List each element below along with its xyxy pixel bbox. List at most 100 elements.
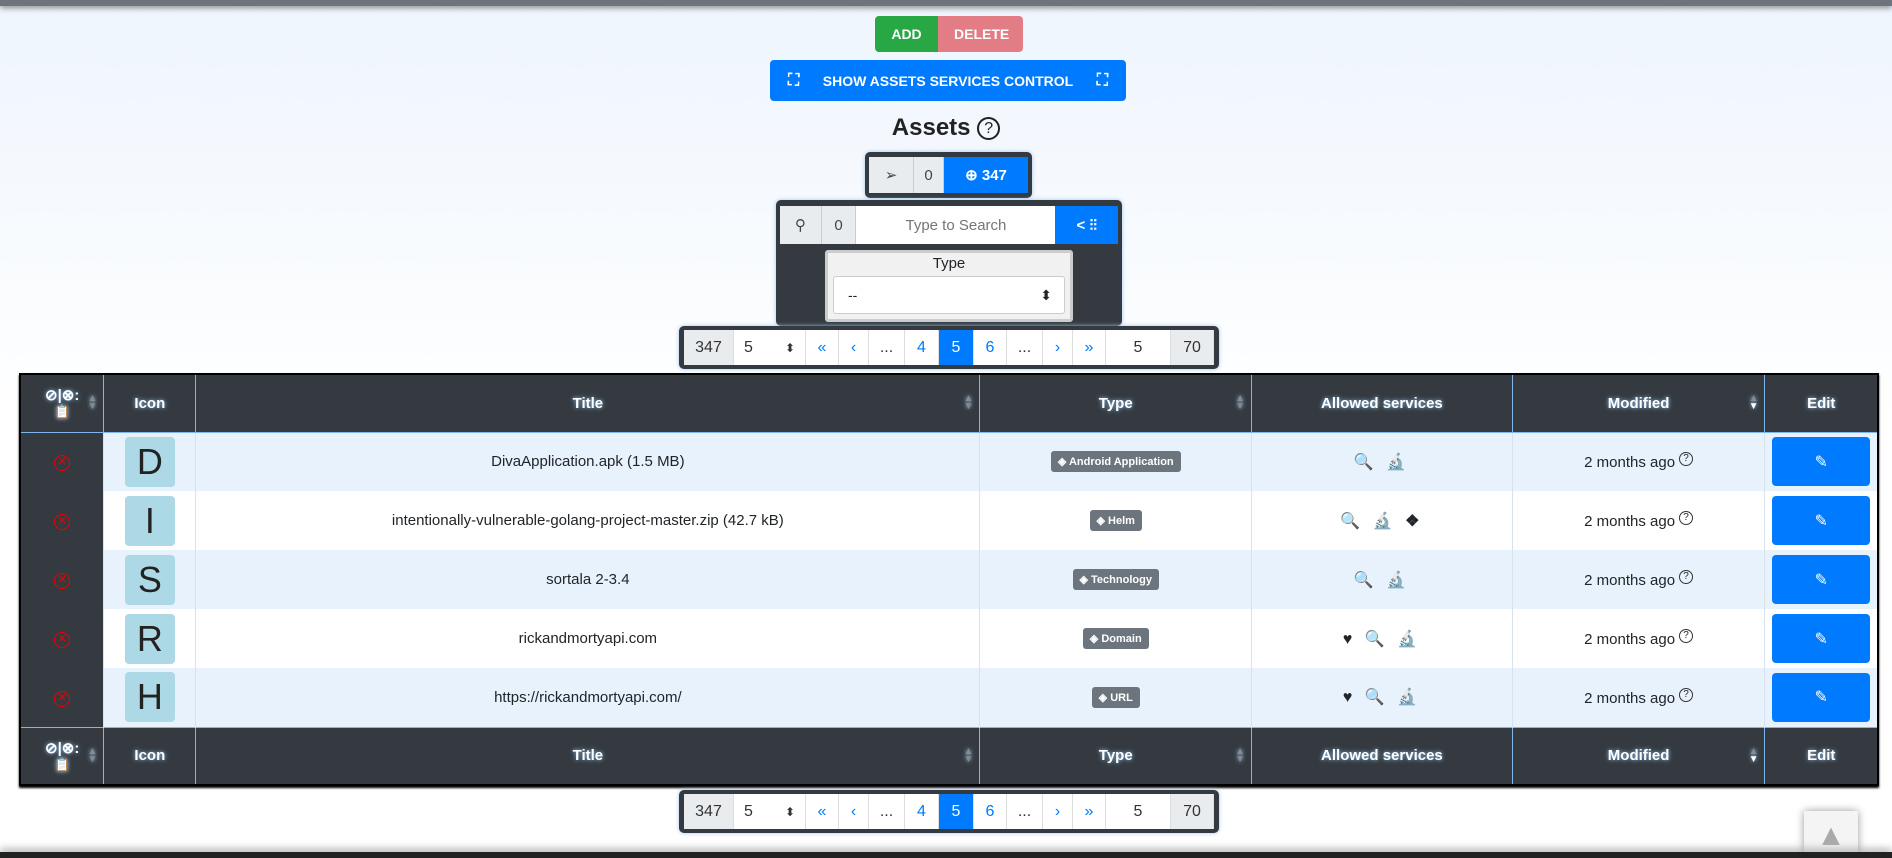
page-count: 70 xyxy=(1171,794,1214,829)
per-page-select[interactable]: 5 ⬍ xyxy=(734,330,806,365)
services-cell: 🔍 🔬 xyxy=(1251,432,1513,491)
services-icons: ♥ 🔍 🔬 xyxy=(1342,630,1422,648)
column-header-modified[interactable]: Modified ▲ ▼ xyxy=(1511,726,1766,786)
column-header-label: Type xyxy=(1098,394,1133,412)
edit-button[interactable]: ✎ xyxy=(1772,437,1871,487)
page-5-button[interactable]: 5 xyxy=(939,330,974,365)
pencil-icon: ✎ xyxy=(1814,512,1828,530)
last-page-button[interactable]: » xyxy=(1073,794,1106,829)
goto-page-input[interactable]: 5 xyxy=(1106,330,1171,365)
icon-cell: I xyxy=(103,491,196,550)
title-cell: intentionally-vulnerable-golang-project-… xyxy=(195,491,980,550)
ellipsis: ... xyxy=(1007,794,1043,829)
prev-page-button[interactable]: ‹ xyxy=(839,794,869,829)
page-5-button[interactable]: 5 xyxy=(939,794,974,829)
asset-avatar: S xyxy=(124,554,175,605)
search-input[interactable] xyxy=(856,206,1056,244)
android-icon: ◈ xyxy=(1057,456,1067,469)
sort-icon[interactable]: ▲ ▼ xyxy=(1235,746,1245,764)
ellipsis: ... xyxy=(1007,330,1043,365)
next-page-button[interactable]: › xyxy=(1043,330,1073,365)
sort-icon[interactable]: ▲ ▼ xyxy=(1235,394,1245,412)
last-page-button[interactable]: » xyxy=(1073,330,1106,365)
unselected-icon[interactable]: ✕ xyxy=(54,573,71,589)
type-select[interactable]: -- ⬍ xyxy=(833,276,1065,314)
page-4-button[interactable]: 4 xyxy=(905,330,939,365)
column-header-type[interactable]: Type ▲ ▼ xyxy=(979,373,1253,433)
helm-icon: ◈ xyxy=(1096,515,1105,527)
assets-table: ⊘|⊗: 📋 ▲ ▼ Icon Title ▲ ▼ Type ▲ ▼ Allowed services… xyxy=(19,373,1879,786)
selection-counter: ➢ 0 ⊕ 347 xyxy=(865,152,1032,198)
goto-page-input[interactable]: 5 xyxy=(1106,794,1171,829)
edit-button[interactable]: ✎ xyxy=(1772,496,1871,545)
column-header-select[interactable]: ⊘|⊗: 📋 ▲ ▼ xyxy=(19,726,105,786)
modified-text: 2 months ago xyxy=(1584,572,1676,589)
sort-icon[interactable]: ▲ ▼ xyxy=(87,746,97,764)
sort-icon[interactable]: ▲ ▼ xyxy=(963,394,973,412)
link-icon: ◈ xyxy=(1098,691,1108,704)
sort-icon[interactable]: ▲ ▼ xyxy=(1749,394,1759,412)
services-cell: 🔍 🔬 ❖ xyxy=(1251,491,1513,550)
total-count: 347 xyxy=(981,166,1007,184)
page-6-button[interactable]: 6 xyxy=(974,330,1007,365)
page-count: 70 xyxy=(1171,330,1214,365)
per-page-select[interactable]: 5 ⬍ xyxy=(734,794,806,829)
help-icon[interactable]: ? xyxy=(1679,629,1694,643)
column-header-title[interactable]: Title ▲ ▼ xyxy=(195,373,981,433)
help-icon[interactable]: ? xyxy=(1679,687,1694,702)
type-cell: ◈ Domain xyxy=(979,609,1252,668)
help-icon[interactable]: ? xyxy=(1679,511,1694,525)
scroll-to-top-button[interactable]: ▲ xyxy=(1804,811,1858,858)
help-icon[interactable]: ? xyxy=(1679,452,1694,467)
next-page-button[interactable]: › xyxy=(1043,794,1073,829)
unselected-icon[interactable]: ✕ xyxy=(54,632,71,648)
ellipsis: ... xyxy=(869,794,905,829)
column-header-label: Icon xyxy=(134,747,166,765)
title-cell: sortala 2-3.4 xyxy=(195,550,980,609)
column-header-icon: Icon xyxy=(103,726,197,786)
column-header-modified[interactable]: Modified ▲ ▼ xyxy=(1511,373,1766,433)
modified-cell: 2 months ago? xyxy=(1511,609,1765,668)
top-bar xyxy=(0,0,1892,6)
sort-icon[interactable]: ▲ ▼ xyxy=(87,394,97,412)
page-4-button[interactable]: 4 xyxy=(905,794,939,829)
type-cell: ◈ Technology xyxy=(979,550,1252,609)
services-icons: 🔍 🔬 ❖ xyxy=(1340,512,1424,530)
pagination-bottom: 347 5 ⬍ « ‹ ... 4 5 6 ... › » 5 70 xyxy=(679,790,1219,833)
first-page-button[interactable]: « xyxy=(806,330,839,365)
edit-button[interactable]: ✎ xyxy=(1772,555,1871,604)
unselected-icon[interactable]: ✕ xyxy=(54,455,71,472)
help-icon[interactable]: ? xyxy=(1679,570,1694,584)
total-count-button[interactable]: ⊕ 347 xyxy=(944,157,1028,193)
column-header-type[interactable]: Type ▲ ▼ xyxy=(979,726,1253,786)
sort-icon[interactable]: ▲ ▼ xyxy=(963,746,973,764)
column-header-label: ⊘|⊗: xyxy=(45,387,80,405)
icon-cell: S xyxy=(103,550,196,609)
delete-button[interactable]: DELETE xyxy=(938,16,1023,52)
page-6-button[interactable]: 6 xyxy=(974,794,1007,829)
filter-toggle-button[interactable]: < ⫶⫶ xyxy=(1055,206,1118,244)
help-icon[interactable]: ? xyxy=(977,117,1001,140)
unselected-icon[interactable]: ✕ xyxy=(54,514,71,530)
show-services-control-button[interactable]: ⛶ SHOW ASSETS SERVICES CONTROL ⛶ xyxy=(770,60,1126,101)
add-button[interactable]: ADD xyxy=(875,16,938,52)
first-page-button[interactable]: « xyxy=(806,794,839,829)
edit-button[interactable]: ✎ xyxy=(1772,614,1871,663)
asset-avatar: I xyxy=(124,495,175,546)
pencil-icon: ✎ xyxy=(1814,689,1828,707)
sort-icon[interactable]: ▲ ▼ xyxy=(1749,746,1759,764)
prev-page-button[interactable]: ‹ xyxy=(839,330,869,365)
filter-toggle-label: < xyxy=(1076,216,1086,234)
services-icons: ♥ 🔍 🔬 xyxy=(1342,689,1422,707)
navigate-icon[interactable]: ➢ xyxy=(869,157,914,193)
services-cell: 🔍 🔬 xyxy=(1251,550,1513,609)
type-badge: ◈ Domain xyxy=(1082,628,1149,649)
column-header-select[interactable]: ⊘|⊗: 📋 ▲ ▼ xyxy=(19,373,105,433)
edit-button[interactable]: ✎ xyxy=(1772,672,1871,722)
column-header-icon: Icon xyxy=(103,373,197,433)
search-count: 0 xyxy=(821,206,857,244)
column-header-title[interactable]: Title ▲ ▼ xyxy=(195,726,981,786)
search-icon: ⚲ xyxy=(780,206,822,244)
unselected-icon[interactable]: ✕ xyxy=(54,690,71,707)
services-cell: ♥ 🔍 🔬 xyxy=(1251,609,1513,668)
